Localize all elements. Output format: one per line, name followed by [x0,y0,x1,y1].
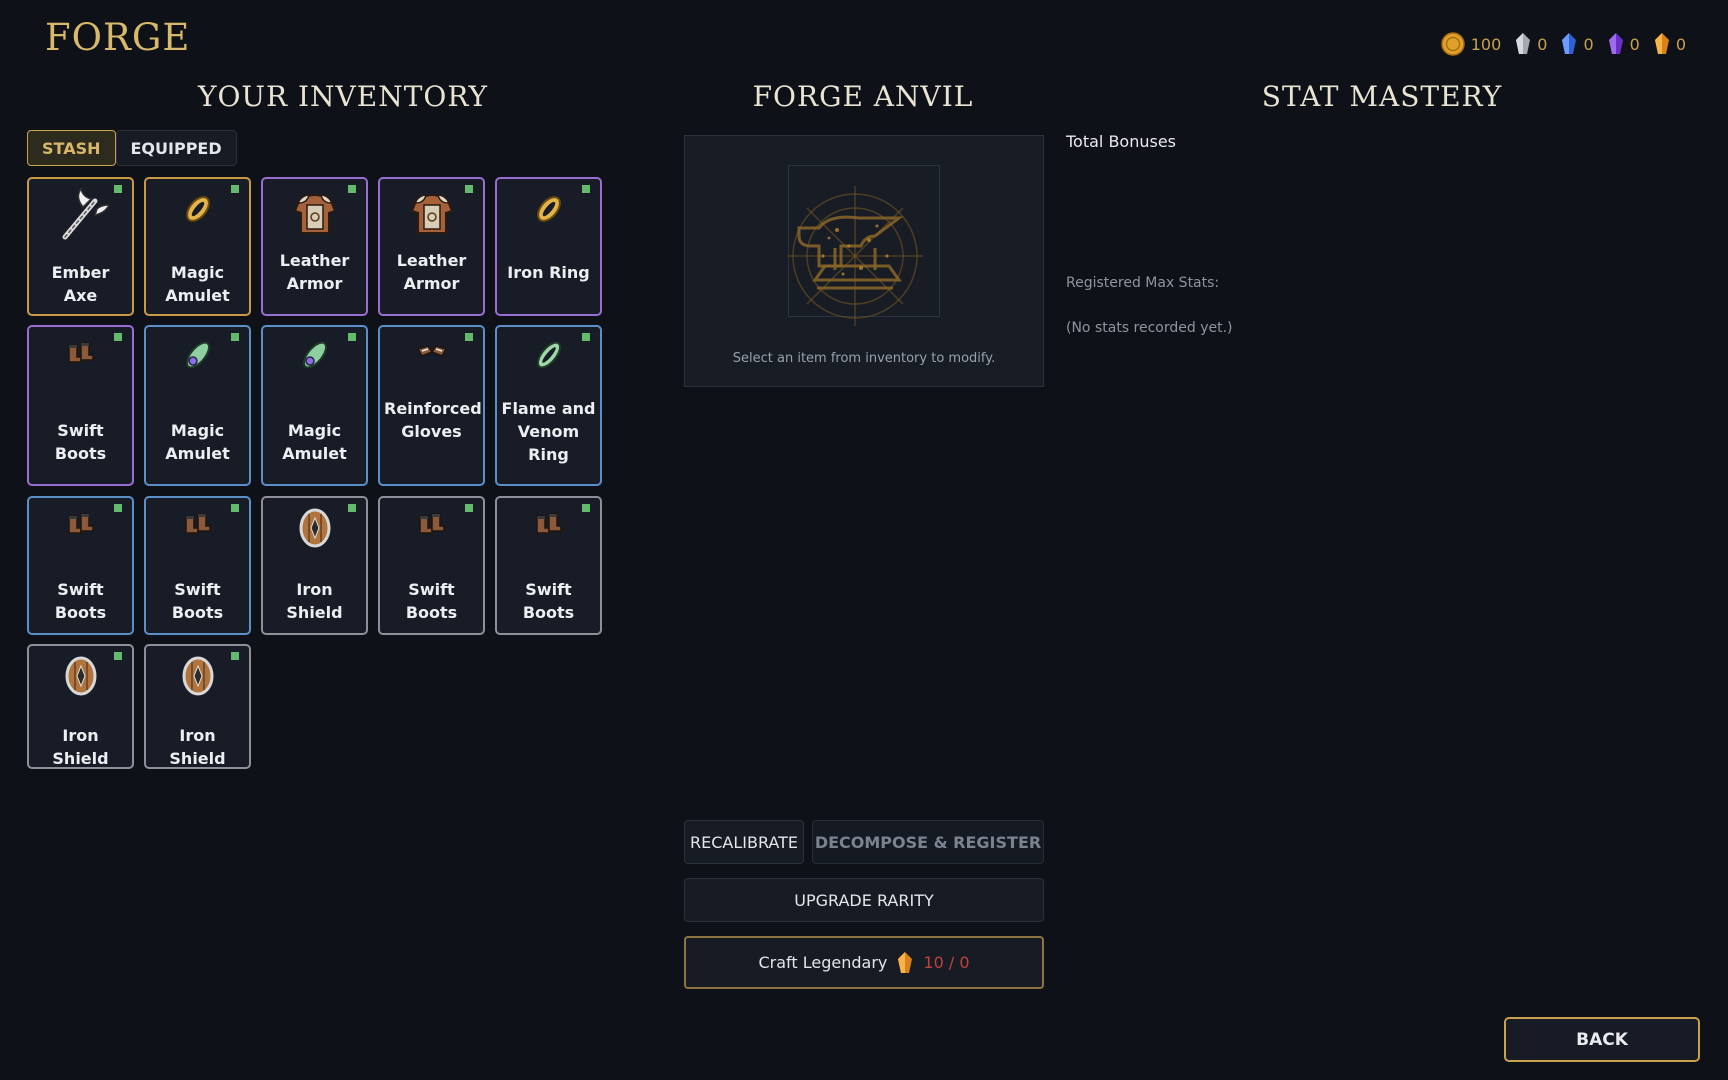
currency-orange: 0 [1654,32,1686,56]
page-title: FORGE [45,16,191,59]
boots-icon [146,506,249,560]
inventory-item-name: Magic Amulet [165,421,230,463]
boots-icon [497,506,600,560]
tab-stash[interactable]: STASH [27,130,116,166]
inventory-item-name: Leather Armor [396,251,467,293]
inventory-item-name: Flame and Venom Ring [501,399,596,464]
inventory-item-card[interactable]: Swift Boots [27,496,134,635]
inventory-item-card[interactable]: Magic Amulet [144,177,251,316]
inventory-item-card[interactable]: Magic Amulet [144,325,251,486]
orange-amount: 0 [1675,34,1686,54]
inventory-item-card[interactable]: Magic Amulet [261,325,368,486]
inventory-item-name: Iron Ring [507,263,590,282]
currency-blue: 0 [1561,32,1594,56]
inventory-title: YOUR INVENTORY [197,80,489,113]
total-bonuses-label: Total Bonuses [1066,132,1177,151]
purple-crystal-icon [1608,33,1623,54]
inventory-item-card[interactable]: Leather Armor [261,177,368,316]
shield-icon [29,654,132,708]
back-button[interactable]: BACK [1504,1017,1700,1062]
armor-icon [380,187,483,241]
decompose-register-button[interactable]: DECOMPOSE & REGISTER [812,820,1044,864]
upgrade-rarity-button[interactable]: UPGRADE RARITY [684,878,1044,922]
no-stats-text: (No stats recorded yet.) [1066,320,1233,336]
inventory-item-card[interactable]: Ember Axe [27,177,134,316]
blue-crystal-icon [1562,33,1577,54]
inventory-item-name: Swift Boots [405,580,458,622]
currency-silver: 0 [1515,32,1547,56]
armor-icon [263,187,366,241]
shield-icon [263,506,366,560]
recalibrate-button[interactable]: RECALIBRATE [684,820,804,864]
currency-purple: 0 [1608,32,1640,56]
inventory-item-name: Iron Shield [52,726,109,768]
currency-gold: 100 [1440,32,1502,56]
inventory-tabs: STASH EQUIPPED [27,130,237,166]
inventory-item-card[interactable]: Reinforced Gloves [378,325,485,486]
inventory-item-card[interactable]: Leather Armor [378,177,485,316]
purple-amount: 0 [1629,34,1640,54]
inventory-item-name: Magic Amulet [282,421,347,463]
gold-ring-icon [497,187,600,241]
tab-equipped[interactable]: EQUIPPED [115,130,237,166]
inventory-item-name: Swift Boots [522,580,575,622]
orange-crystal-icon [898,951,913,973]
inventory-item-name: Swift Boots [54,580,107,622]
anvil-drop-panel[interactable]: Select an item from inventory to modify. [684,135,1044,387]
craft-legendary-button[interactable]: Craft Legendary 10 / 0 [684,936,1044,989]
inventory-item-name: Ember Axe [51,263,110,305]
boots-icon [29,335,132,389]
boots-icon [29,506,132,560]
gold-ring-icon [146,187,249,241]
anvil-hint-text: Select an item from inventory to modify. [732,351,996,366]
inventory-item-card[interactable]: Iron Ring [495,177,602,316]
axe-icon [29,187,132,241]
currency-bar: 100 0 0 0 0 [1440,32,1686,56]
gold-amount: 100 [1470,34,1502,54]
craft-cost: 10 / 0 [923,953,970,972]
inventory-item-card[interactable]: Swift Boots [144,496,251,635]
silver-amount: 0 [1537,34,1548,54]
anvil-title: FORGE ANVIL [752,80,974,113]
amulet-icon [146,335,249,389]
inventory-item-card[interactable]: Swift Boots [378,496,485,635]
blue-amount: 0 [1583,34,1594,54]
silver-crystal-icon [1516,33,1531,54]
registered-max-stats-label: Registered Max Stats: [1066,275,1220,291]
inventory-item-card[interactable]: Iron Shield [144,644,251,769]
orange-crystal-icon [1654,33,1669,54]
gloves-icon [380,335,483,389]
boots-icon [380,506,483,560]
inventory-item-card[interactable]: Flame and Venom Ring [495,325,602,486]
mastery-title: STAT MASTERY [1261,80,1503,113]
inventory-item-card[interactable]: Iron Shield [27,644,134,769]
green-ring-icon [497,335,600,389]
inventory-item-name: Reinforced Gloves [384,399,482,441]
amulet-icon [263,335,366,389]
shield-icon [146,654,249,708]
craft-legendary-label: Craft Legendary [758,953,888,972]
inventory-item-card[interactable]: Swift Boots [495,496,602,635]
anvil-icon [787,186,923,326]
inventory-item-card[interactable]: Iron Shield [261,496,368,635]
anvil-item-slot[interactable] [787,165,940,326]
inventory-item-name: Swift Boots [54,421,107,463]
inventory-item-card[interactable]: Swift Boots [27,325,134,486]
gold-coin-icon [1440,32,1465,56]
inventory-item-name: Magic Amulet [165,263,230,305]
inventory-item-name: Leather Armor [279,251,350,293]
inventory-item-name: Iron Shield [286,580,343,622]
inventory-item-name: Swift Boots [171,580,224,622]
inventory-item-name: Iron Shield [169,726,226,768]
